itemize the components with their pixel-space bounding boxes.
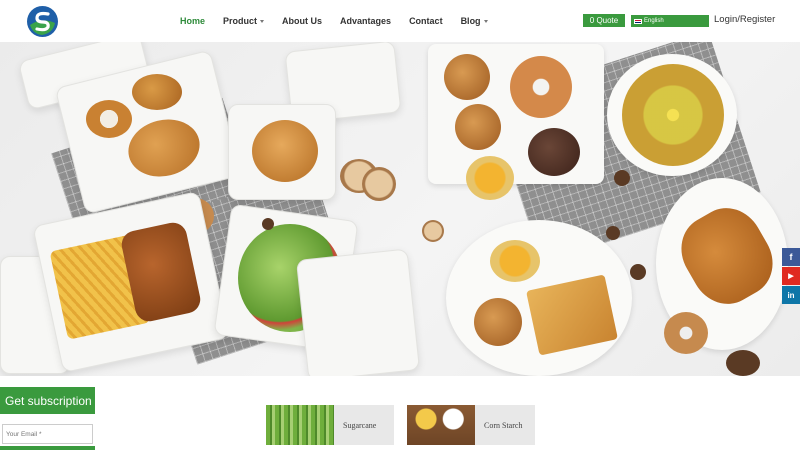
sugarcane-image bbox=[266, 405, 334, 445]
material-label: Corn Starch bbox=[484, 420, 523, 430]
main-nav: Home Product About Us Advantages Contact… bbox=[180, 0, 506, 42]
youtube-icon[interactable]: ▶ bbox=[782, 267, 800, 285]
facebook-icon[interactable]: f bbox=[782, 248, 800, 266]
donut bbox=[664, 312, 708, 354]
salad-box-lid bbox=[295, 248, 421, 376]
kiwi-slices bbox=[622, 64, 724, 166]
pine-cone bbox=[606, 226, 620, 240]
logo-icon[interactable] bbox=[26, 5, 59, 38]
nav-blog[interactable]: Blog bbox=[461, 16, 488, 26]
donut bbox=[510, 56, 572, 118]
nav-home[interactable]: Home bbox=[180, 16, 205, 26]
muffin bbox=[455, 104, 501, 150]
material-card-sugarcane[interactable]: Sugarcane bbox=[266, 405, 394, 445]
egg-tart bbox=[490, 240, 540, 282]
pine-cone bbox=[726, 350, 760, 376]
pine-cone bbox=[630, 264, 646, 280]
subscription-title: Get subscription bbox=[0, 387, 95, 414]
quote-button[interactable]: 0 Quote bbox=[583, 14, 625, 27]
nav-about-us[interactable]: About Us bbox=[282, 16, 322, 26]
chocolate-muffin bbox=[528, 128, 580, 176]
wood-slice bbox=[362, 167, 396, 201]
chevron-down-icon bbox=[260, 19, 265, 23]
subscription-submit-bar[interactable] bbox=[0, 446, 95, 450]
corn-starch-image bbox=[407, 405, 475, 445]
login-register-link[interactable]: Login/Register bbox=[714, 14, 775, 25]
language-select[interactable]: English bbox=[631, 15, 709, 27]
onion-rings bbox=[86, 100, 132, 138]
nav-product[interactable]: Product bbox=[223, 16, 265, 26]
pine-cone bbox=[262, 218, 274, 230]
material-card-corn-starch[interactable]: Corn Starch bbox=[407, 405, 535, 445]
burger bbox=[252, 120, 318, 182]
uk-flag-icon bbox=[634, 18, 642, 24]
hero-banner bbox=[0, 42, 800, 376]
nuggets bbox=[132, 74, 182, 110]
material-label: Sugarcane bbox=[343, 420, 377, 430]
chevron-down-icon bbox=[483, 19, 488, 23]
muffin bbox=[444, 54, 490, 100]
site-header: Home Product About Us Advantages Contact… bbox=[0, 0, 800, 42]
nav-advantages[interactable]: Advantages bbox=[340, 16, 391, 26]
muffin bbox=[474, 298, 522, 346]
email-field[interactable] bbox=[2, 424, 93, 444]
egg-tart bbox=[466, 156, 514, 200]
wood-slice bbox=[422, 220, 444, 242]
nav-contact[interactable]: Contact bbox=[409, 16, 443, 26]
pine-cone bbox=[614, 170, 630, 186]
linkedin-icon[interactable]: in bbox=[782, 286, 800, 304]
